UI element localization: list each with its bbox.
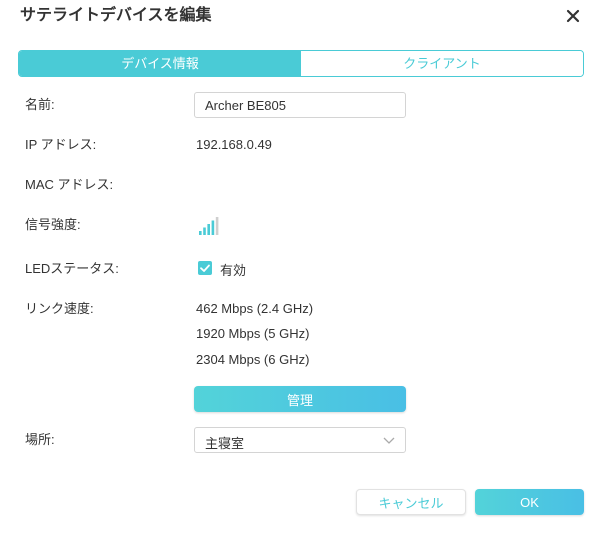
close-button[interactable] (563, 6, 583, 26)
signal-bar (199, 231, 202, 235)
link-speed-label: リンク速度: (25, 301, 94, 316)
led-checkbox-label: 有効 (220, 263, 247, 278)
led-checkbox[interactable] (198, 261, 212, 275)
signal-bar (211, 220, 215, 235)
tab-clients[interactable]: クライアント (301, 51, 583, 76)
manage-button[interactable]: 管理 (194, 386, 406, 412)
signal-bar (203, 227, 206, 235)
signal-bar (207, 224, 210, 235)
location-selected-value: 主寝室 (205, 436, 245, 451)
tab-bar: デバイス情報 クライアント (18, 50, 584, 77)
name-input[interactable] (194, 92, 406, 118)
signal-strength-icon (199, 217, 219, 235)
link-speed-6g: 2304 Mbps (6 GHz) (196, 352, 310, 367)
ip-value: 192.168.0.49 (196, 137, 272, 152)
name-label: 名前: (25, 97, 55, 112)
ok-button[interactable]: OK (475, 489, 584, 515)
link-speed-2g: 462 Mbps (2.4 GHz) (196, 301, 314, 316)
location-label: 場所: (25, 432, 55, 447)
location-select[interactable]: 主寝室 (194, 427, 406, 453)
edit-satellite-dialog: サテライトデバイスを編集 デバイス情報 クライアント 名前: IP アドレス: … (0, 0, 596, 534)
cancel-button[interactable]: キャンセル (356, 489, 466, 515)
signal-label: 信号強度: (25, 217, 81, 232)
ip-label: IP アドレス: (25, 137, 97, 152)
chevron-down-icon (383, 437, 395, 444)
led-label: LEDステータス: (25, 261, 119, 276)
dialog-title: サテライトデバイスを編集 (20, 7, 212, 24)
close-icon (566, 9, 580, 23)
mac-label: MAC アドレス: (25, 177, 114, 192)
check-icon (200, 264, 210, 272)
link-speed-5g: 1920 Mbps (5 GHz) (196, 326, 310, 341)
signal-bar (215, 217, 219, 235)
tab-device-info[interactable]: デバイス情報 (19, 51, 301, 76)
